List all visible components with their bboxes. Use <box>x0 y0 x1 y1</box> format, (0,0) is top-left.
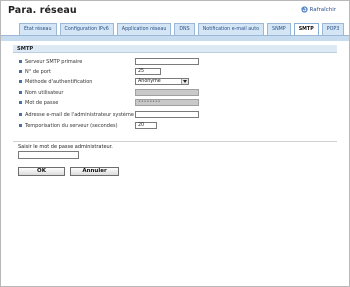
bullet-icon <box>19 113 22 116</box>
form-row-timeout: Temporisation du serveur (secondes) <box>19 121 118 130</box>
bullet-icon <box>19 124 22 127</box>
tab-pop3[interactable]: POP3 <box>321 23 345 35</box>
form-row-username: Nom utilisateur <box>19 88 64 97</box>
username-label: Nom utilisateur <box>25 89 64 96</box>
password-label: Mot de passe <box>25 99 59 106</box>
timeout-label: Temporisation du serveur (secondes) <box>25 122 118 129</box>
tab-notification-email-auto[interactable]: Notification e-mail auto <box>197 23 265 35</box>
bullet-icon <box>19 70 22 73</box>
port-input[interactable]: 25 <box>135 68 161 75</box>
cancel-button[interactable]: Annuler <box>70 167 119 176</box>
tab-dns[interactable]: DNS <box>174 23 195 35</box>
auth-method-label: Méthode d'authentification <box>25 78 93 85</box>
bullet-icon <box>19 80 22 83</box>
tab-smtp[interactable]: SMTP <box>293 23 319 35</box>
smtp-server-input[interactable] <box>135 58 199 65</box>
port-label: N° de port <box>25 68 51 75</box>
bullet-icon <box>19 91 22 94</box>
admin-password-label: Saisir le mot de passe administrateur. <box>18 144 113 150</box>
form-row-port: N° de port <box>19 67 51 76</box>
tab-snmp[interactable]: SNMP <box>267 23 291 35</box>
smtp-server-label: Serveur SMTP primaire <box>25 58 83 65</box>
bullet-icon <box>19 60 22 63</box>
section-header: SMTP <box>13 45 337 53</box>
form-row-smtp-server: Serveur SMTP primaire <box>19 57 82 66</box>
auth-method-select[interactable]: Anonyme <box>135 78 189 85</box>
ok-button[interactable]: OK <box>18 167 65 176</box>
admin-password-input[interactable] <box>18 151 79 159</box>
refresh-icon <box>300 6 308 13</box>
admin-email-label: Adresse e-mail de l'administrateur systè… <box>25 111 134 118</box>
chevron-down-icon[interactable] <box>181 79 188 84</box>
password-input[interactable]: •••••••• <box>135 99 199 106</box>
page-frame: Para. réseau Rafraîchir Etat réseau Conf… <box>0 0 350 287</box>
form-row-password: Mot de passe <box>19 98 58 107</box>
admin-email-input[interactable] <box>135 111 199 118</box>
username-input[interactable] <box>135 89 199 96</box>
form-row-auth-method: Méthode d'authentification <box>19 77 92 86</box>
divider <box>13 141 337 142</box>
page-title: Para. réseau <box>8 5 77 16</box>
tab-etat-reseau[interactable]: Etat réseau <box>19 23 57 35</box>
tab-configuration-ipv6[interactable]: Configuration IPv6 <box>59 23 114 35</box>
tab-underline <box>1 35 349 41</box>
tab-bar: Etat réseau Configuration IPv6 Applicati… <box>19 23 345 35</box>
tab-application-reseau[interactable]: Application réseau <box>116 23 172 35</box>
form-row-admin-email: Adresse e-mail de l'administrateur systè… <box>19 110 134 119</box>
auth-method-value: Anonyme <box>138 79 161 84</box>
refresh-label: Rafraîchir <box>309 6 336 13</box>
bullet-icon <box>19 101 22 104</box>
timeout-input[interactable]: 20 <box>135 122 157 129</box>
refresh-button[interactable]: Rafraîchir <box>300 6 336 13</box>
